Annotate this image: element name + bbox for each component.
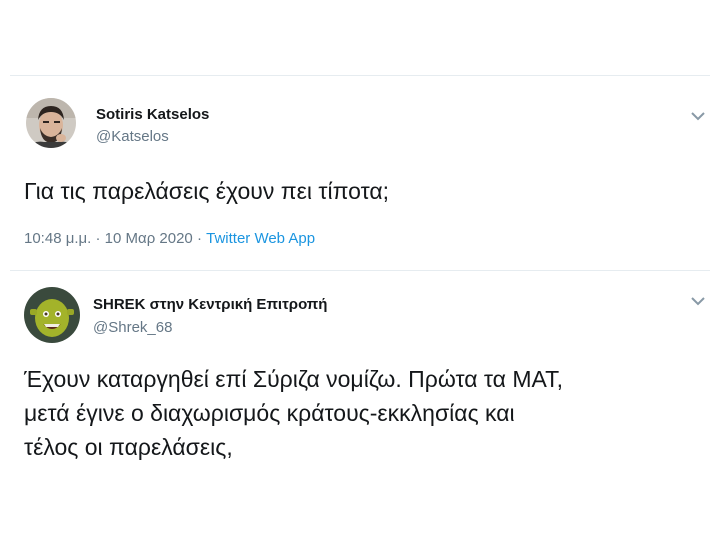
user-handle[interactable]: @Katselos [96, 128, 169, 145]
tweet-date[interactable]: 10 Μαρ 2020 [105, 230, 193, 247]
chevron-down-icon[interactable] [690, 110, 706, 122]
tweet-2[interactable]: SHREK στην Κεντρική Επιτροπή @Shrek_68 Έ… [0, 271, 720, 538]
tweet-source-link[interactable]: Twitter Web App [206, 230, 315, 247]
tweet-text-line: τέλος οι παρελάσεις, [24, 434, 233, 460]
tweet-text: Για τις παρελάσεις έχουν πει τίποτα; [24, 178, 390, 204]
tweet-text: Έχουν καταργηθεί επί Σύριζα νομίζω. Πρώτ… [24, 362, 704, 464]
profile-photo-man-icon[interactable] [26, 98, 76, 148]
tweet-meta: 10:48 μ.μ. · 10 Μαρ 2020 · Twitter Web A… [24, 230, 315, 247]
tweet-text-line: μετά έγινε ο διαχωρισμός κράτους-εκκλησί… [24, 400, 515, 426]
meta-separator: · [196, 230, 202, 247]
chevron-down-icon[interactable] [690, 295, 706, 307]
display-name[interactable]: SHREK στην Κεντρική Επιτροπή [93, 296, 327, 313]
user-handle[interactable]: @Shrek_68 [93, 319, 172, 336]
profile-photo-shrek-icon[interactable] [24, 287, 80, 343]
tweet-text-line: Έχουν καταργηθεί επί Σύριζα νομίζω. Πρώτ… [24, 366, 564, 392]
meta-separator: · [95, 230, 101, 247]
display-name[interactable]: Sotiris Katselos [96, 106, 209, 123]
tweet-time[interactable]: 10:48 μ.μ. [24, 230, 91, 247]
tweet-1[interactable]: Sotiris Katselos @Katselos Για τις παρελ… [0, 0, 720, 270]
